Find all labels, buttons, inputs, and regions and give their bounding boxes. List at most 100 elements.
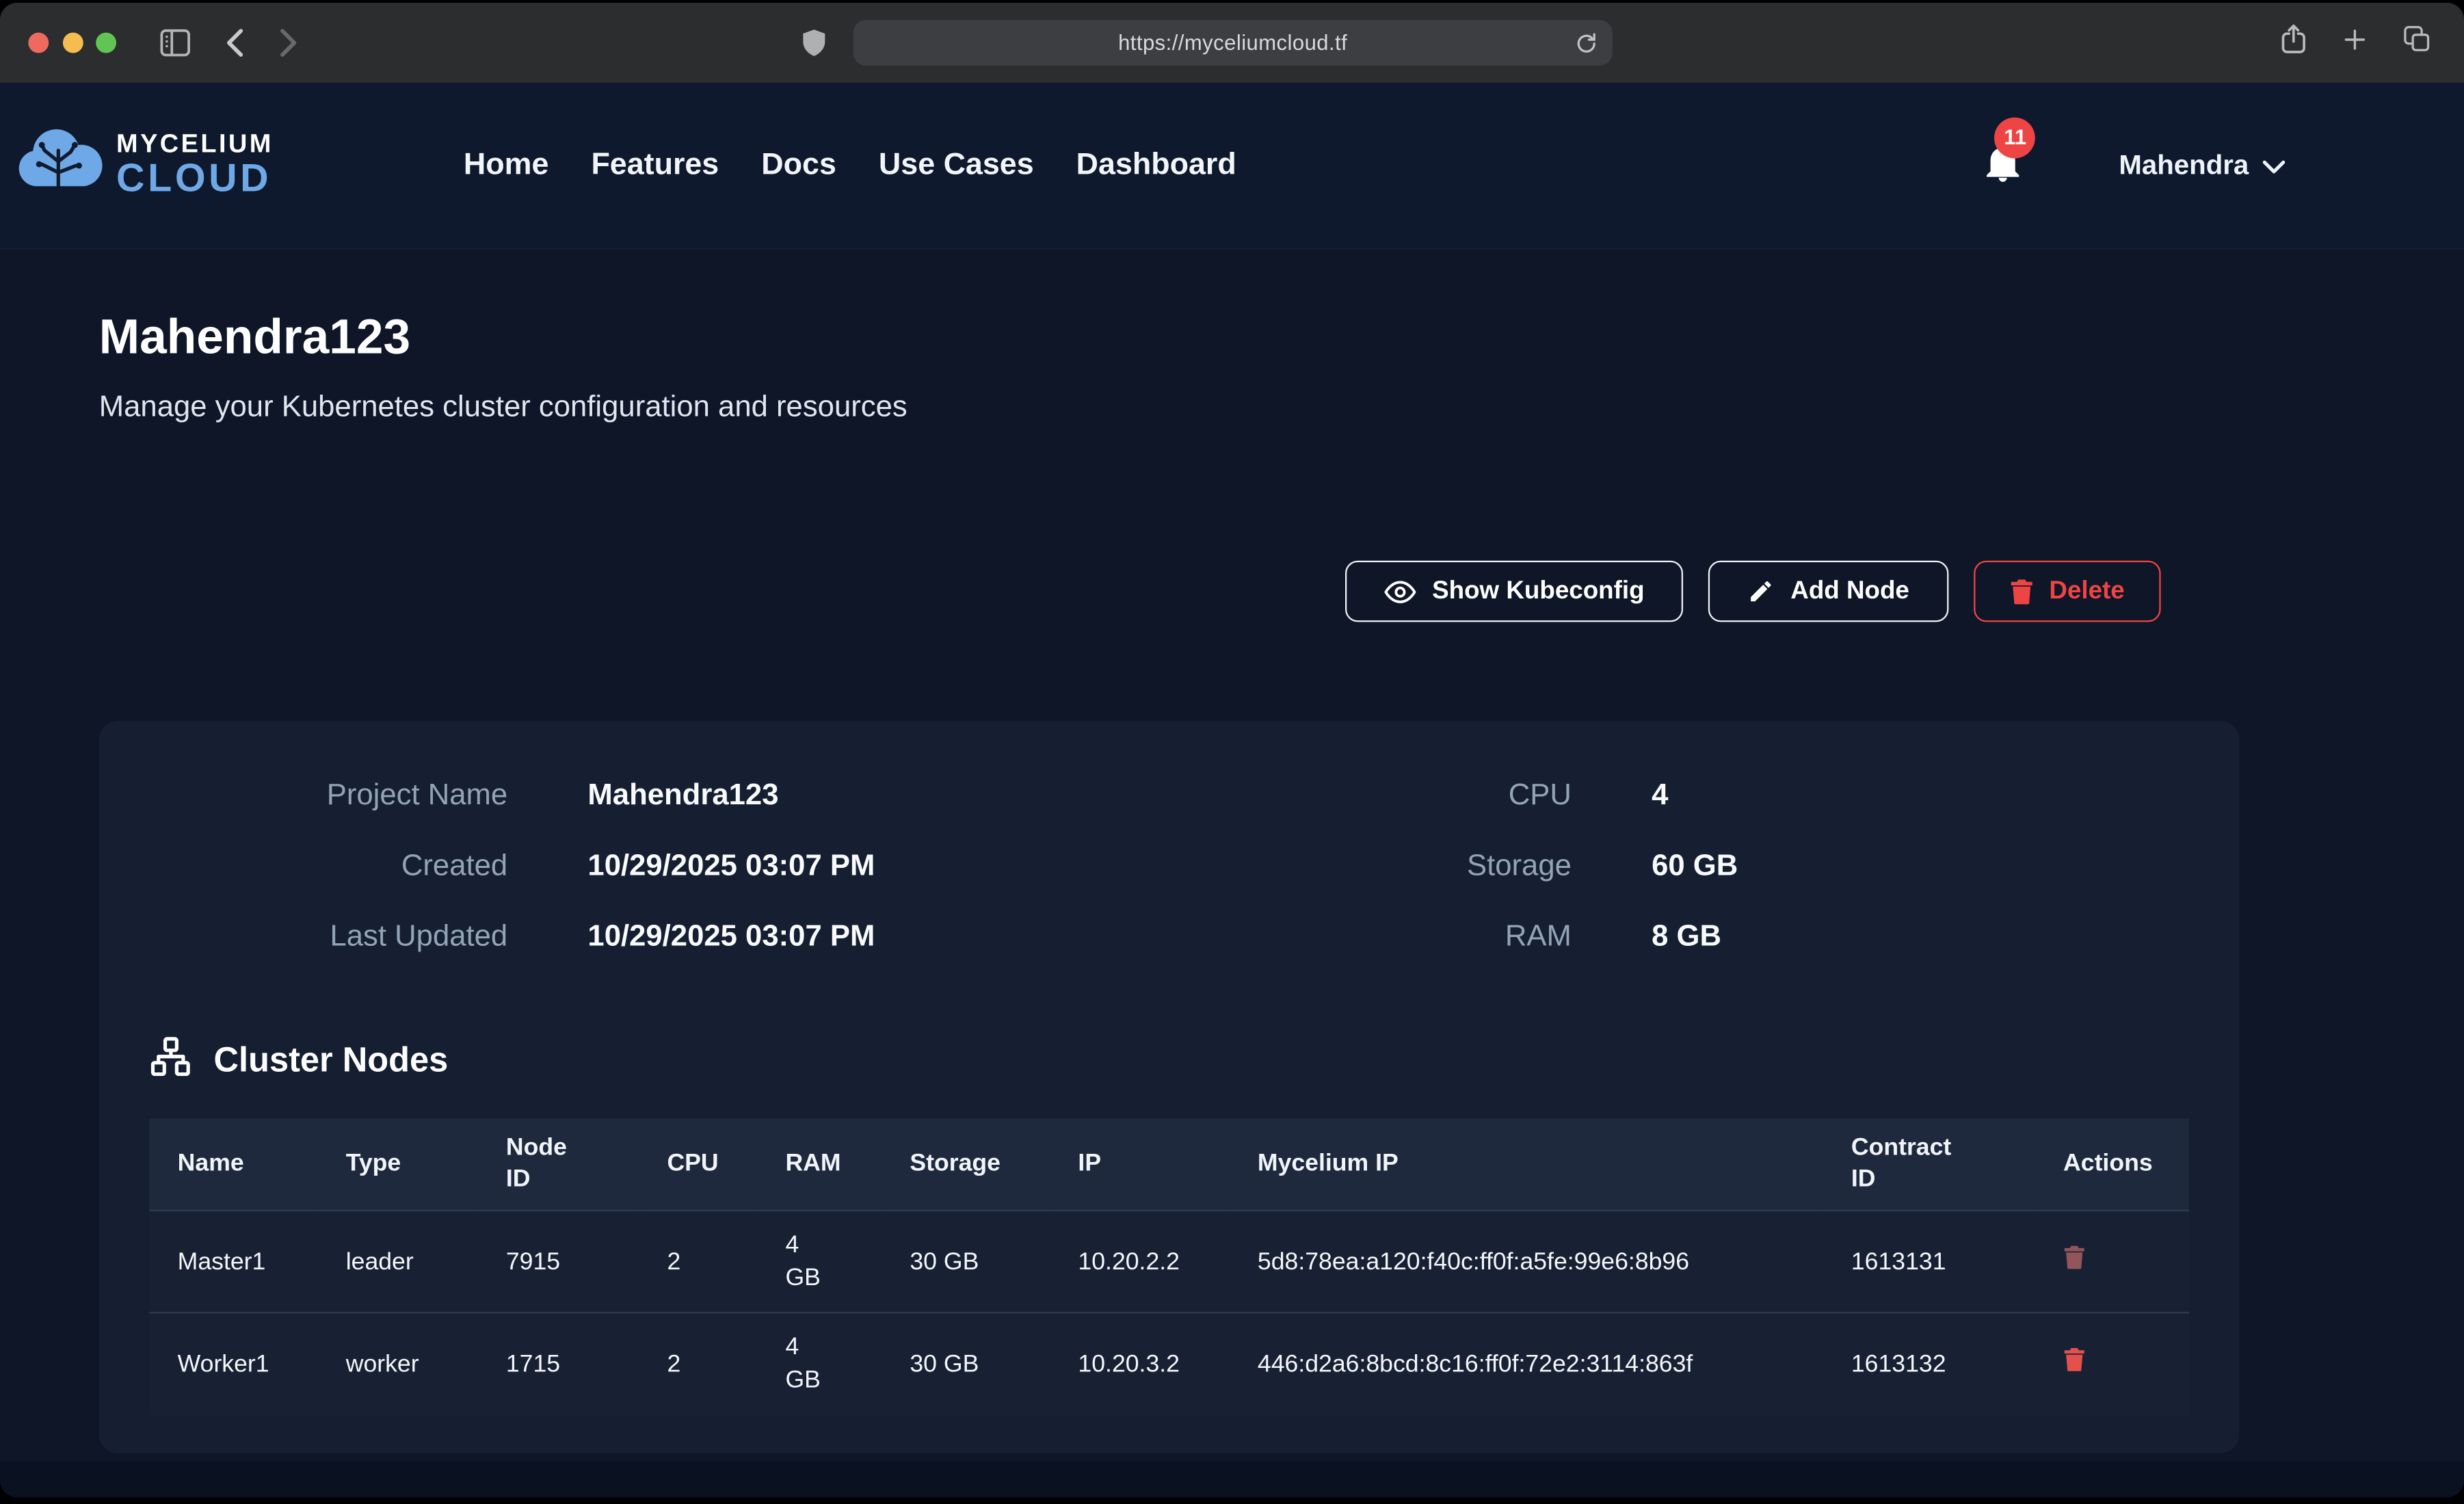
cluster-info-card: Project Name Mahendra123 CPU 4 Created 1… bbox=[99, 721, 2240, 1453]
tab-overview-icon[interactable] bbox=[2402, 25, 2430, 61]
last-updated-label: Last Updated bbox=[149, 912, 507, 961]
delete-node-icon[interactable] bbox=[2063, 1347, 2085, 1377]
sidebar-toggle-icon[interactable] bbox=[159, 28, 191, 58]
page-title: Mahendra123 bbox=[99, 308, 2464, 367]
col-header-name: Name bbox=[149, 1119, 317, 1211]
cell-node-id: 1715 bbox=[477, 1312, 639, 1414]
notifications-button[interactable]: 11 bbox=[1985, 142, 2022, 189]
zoom-window-button[interactable] bbox=[96, 33, 116, 53]
cell-ip: 10.20.3.2 bbox=[1050, 1312, 1229, 1414]
cell-node-id: 7915 bbox=[477, 1211, 639, 1312]
nodes-table: Name Type Node ID CPU RAM Storage IP Myc… bbox=[149, 1119, 2189, 1415]
user-name: Mahendra bbox=[2119, 149, 2249, 182]
logo-line2: CLOUD bbox=[116, 160, 274, 199]
col-header-ip: IP bbox=[1050, 1119, 1229, 1211]
cell-cpu: 2 bbox=[639, 1312, 757, 1414]
col-header-ram: RAM bbox=[757, 1119, 882, 1211]
address-bar[interactable]: https://myceliumcloud.tf bbox=[853, 20, 1613, 66]
notification-badge: 11 bbox=[1995, 117, 2036, 158]
cluster-details: Project Name Mahendra123 CPU 4 Created 1… bbox=[149, 771, 2189, 962]
storage-value: 60 GB bbox=[1572, 842, 2189, 890]
cell-ip: 10.20.2.2 bbox=[1050, 1211, 1229, 1312]
ram-value: 8 GB bbox=[1572, 912, 2189, 961]
trash-icon bbox=[2010, 578, 2033, 605]
reload-icon[interactable] bbox=[1574, 31, 1598, 64]
nav-item-docs[interactable]: Docs bbox=[761, 147, 836, 183]
pencil-icon bbox=[1748, 578, 1775, 605]
cluster-nodes-heading: Cluster Nodes bbox=[149, 1035, 2189, 1086]
show-kubeconfig-label: Show Kubeconfig bbox=[1432, 577, 1644, 605]
cell-storage: 30 GB bbox=[882, 1312, 1050, 1414]
table-row-worker1: Worker1 worker 1715 2 4 GB 30 GB 10.20.3… bbox=[149, 1312, 2189, 1414]
nav-item-features[interactable]: Features bbox=[591, 147, 719, 183]
delete-label: Delete bbox=[2049, 577, 2124, 605]
ram-label: RAM bbox=[1104, 912, 1571, 961]
cell-actions bbox=[2035, 1312, 2189, 1414]
add-node-button[interactable]: Add Node bbox=[1709, 561, 1949, 622]
url-text: https://myceliumcloud.tf bbox=[1118, 31, 1347, 54]
traffic-lights bbox=[28, 33, 116, 53]
logo-text: MYCELIUM CLOUD bbox=[116, 131, 274, 200]
cloud-logo-icon bbox=[16, 125, 104, 205]
cell-type: leader bbox=[317, 1211, 477, 1312]
close-window-button[interactable] bbox=[28, 33, 49, 53]
cell-ram: 4 GB bbox=[757, 1211, 882, 1312]
minimize-window-button[interactable] bbox=[62, 33, 83, 53]
cell-ram: 4 GB bbox=[757, 1312, 882, 1414]
user-menu[interactable]: Mahendra bbox=[2119, 149, 2285, 182]
cell-name: Master1 bbox=[149, 1211, 317, 1312]
nav-item-home[interactable]: Home bbox=[464, 147, 549, 183]
page-content: Mahendra123 Manage your Kubernetes clust… bbox=[0, 83, 2464, 1497]
cell-type: worker bbox=[317, 1312, 477, 1414]
cluster-nodes-title: Cluster Nodes bbox=[214, 1040, 449, 1081]
browser-nav-buttons bbox=[159, 28, 299, 58]
storage-label: Storage bbox=[1104, 842, 1571, 890]
browser-chrome: https://myceliumcloud.tf bbox=[0, 3, 2464, 83]
delete-cluster-button[interactable]: Delete bbox=[1974, 561, 2161, 622]
bell-icon bbox=[1985, 161, 2022, 187]
add-node-label: Add Node bbox=[1790, 577, 1909, 605]
page: Mahendra123 Manage your Kubernetes clust… bbox=[0, 83, 2464, 1497]
forward-button-icon[interactable] bbox=[278, 28, 299, 58]
logo-line1: MYCELIUM bbox=[116, 131, 274, 157]
cpu-value: 4 bbox=[1572, 771, 2189, 820]
browser-window: https://myceliumcloud.tf bbox=[0, 3, 2464, 1497]
cell-contract-id: 1613131 bbox=[1823, 1211, 2035, 1312]
main-nav: Home Features Docs Use Cases Dashboard bbox=[464, 147, 1236, 183]
nav-item-use-cases[interactable]: Use Cases bbox=[879, 147, 1034, 183]
network-nodes-icon bbox=[149, 1035, 191, 1086]
nodes-table-header-row: Name Type Node ID CPU RAM Storage IP Myc… bbox=[149, 1119, 2189, 1211]
mycelium-cloud-logo[interactable]: MYCELIUM CLOUD bbox=[16, 125, 274, 205]
col-header-cpu: CPU bbox=[639, 1119, 757, 1211]
cluster-actions-row: Show Kubeconfig Add Node Delete bbox=[99, 561, 2464, 622]
eye-icon bbox=[1385, 579, 1416, 604]
last-updated-value: 10/29/2025 03:07 PM bbox=[507, 912, 1104, 961]
back-button-icon[interactable] bbox=[225, 28, 246, 58]
cell-storage: 30 GB bbox=[882, 1211, 1050, 1312]
cell-cpu: 2 bbox=[639, 1211, 757, 1312]
delete-node-icon[interactable] bbox=[2063, 1244, 2085, 1274]
col-header-actions: Actions bbox=[2035, 1119, 2189, 1211]
project-name-value: Mahendra123 bbox=[507, 771, 1104, 820]
cell-mycelium-ip: 446:d2a6:8bcd:8c16:ff0f:72e2:3114:863f bbox=[1230, 1312, 1823, 1414]
page-footer bbox=[0, 1461, 2464, 1497]
new-tab-icon[interactable] bbox=[2342, 25, 2368, 60]
stage: https://myceliumcloud.tf bbox=[0, 3, 2464, 1503]
chrome-right-buttons bbox=[2280, 3, 2431, 83]
created-label: Created bbox=[149, 842, 507, 890]
header-right: 11 Mahendra bbox=[1985, 142, 2464, 189]
nav-item-dashboard[interactable]: Dashboard bbox=[1076, 147, 1236, 183]
cell-contract-id: 1613132 bbox=[1823, 1312, 2035, 1414]
cell-name: Worker1 bbox=[149, 1312, 317, 1414]
col-header-mycelium-ip: Mycelium IP bbox=[1230, 1119, 1823, 1211]
show-kubeconfig-button[interactable]: Show Kubeconfig bbox=[1346, 561, 1684, 622]
col-header-type: Type bbox=[317, 1119, 477, 1211]
cpu-label: CPU bbox=[1104, 771, 1571, 820]
project-name-label: Project Name bbox=[149, 771, 507, 820]
col-header-node-id: Node ID bbox=[477, 1119, 639, 1211]
col-header-contract-id: Contract ID bbox=[1823, 1119, 2035, 1211]
privacy-shield-icon[interactable] bbox=[803, 29, 825, 64]
site-header: MYCELIUM CLOUD Home Features Docs Use Ca… bbox=[0, 83, 2464, 250]
cell-mycelium-ip: 5d8:78ea:a120:f40c:ff0f:a5fe:99e6:8b96 bbox=[1230, 1211, 1823, 1312]
share-icon[interactable] bbox=[2280, 23, 2307, 62]
